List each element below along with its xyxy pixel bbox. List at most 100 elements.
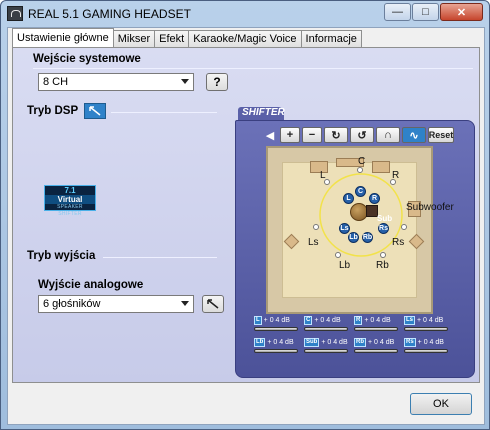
analog-output-value: 6 głośników (43, 298, 101, 310)
label-rb: Rb (376, 260, 389, 271)
tab-main-settings[interactable]: Ustawienie główne (12, 28, 114, 47)
position-dot[interactable] (380, 252, 386, 258)
headset-app-icon (7, 6, 23, 21)
tab-info[interactable]: Informacje (300, 30, 362, 47)
label-rs: Rs (392, 237, 405, 248)
system-input-value: 8 CH (43, 76, 69, 88)
chevron-down-icon (181, 301, 189, 306)
meter-slider[interactable] (254, 327, 298, 331)
meter-value: + 0 4 dB (417, 339, 444, 346)
chip-lb[interactable]: Lb (348, 232, 359, 243)
rotate-right-button[interactable]: ↻ (324, 127, 348, 143)
meter-value: + 0 4 dB (364, 317, 391, 324)
position-dot[interactable] (335, 252, 341, 258)
tab-karaoke[interactable]: Karaoke/Magic Voice (188, 30, 302, 47)
chip-r[interactable]: R (369, 193, 380, 204)
dsp-heading: Tryb DSP (27, 105, 79, 117)
meter-value: + 0 4 dB (368, 339, 395, 346)
chevron-down-icon (181, 79, 189, 84)
system-input-heading: Wejście systemowe (33, 53, 141, 65)
help-button[interactable]: ? (206, 73, 228, 91)
cursor-icon (89, 106, 101, 116)
meter-value: + 0 4 dB (314, 317, 341, 324)
main-window: REAL 5.1 GAMING HEADSET — □ ✕ Ustawienie… (0, 0, 490, 430)
maximize-button[interactable]: □ (412, 3, 439, 21)
output-heading: Tryb wyjścia (27, 250, 96, 262)
level-meter-c[interactable]: C + 0 4 dB (304, 316, 352, 336)
meter-tag: Rb (354, 338, 366, 347)
position-dot[interactable] (313, 224, 319, 230)
window-title: REAL 5.1 GAMING HEADSET (28, 7, 191, 21)
label-lb: Lb (339, 260, 351, 271)
chip-l[interactable]: L (343, 193, 354, 204)
meter-tag: L (254, 316, 262, 325)
meter-value: + 0 4 dB (263, 317, 290, 324)
headphones-icon: ∩ (384, 129, 392, 141)
zoom-out-button[interactable]: − (302, 127, 322, 143)
rotate-left-button[interactable]: ↺ (350, 127, 374, 143)
meter-slider[interactable] (404, 349, 448, 353)
divider (111, 112, 217, 113)
analog-output-heading: Wyjście analogowe (38, 279, 144, 291)
title-bar[interactable]: REAL 5.1 GAMING HEADSET — □ ✕ (1, 1, 489, 27)
main-settings-panel: Wejście systemowe 8 CH ? Tryb DSP 7.1 Vi… (12, 47, 480, 383)
label-ls: Ls (308, 237, 319, 248)
meter-slider[interactable] (254, 349, 298, 353)
chip-c[interactable]: C (355, 186, 366, 197)
shifter-tab: SHIFTER (238, 107, 285, 121)
meter-value: + 0 4 dB (417, 317, 444, 324)
chip-rs[interactable]: Rs (378, 223, 389, 234)
virtual-speaker-shifter-badge[interactable]: 7.1 Virtual SPEAKER SHIFTER (44, 185, 96, 217)
badge-bottom: SPEAKER SHIFTER (57, 204, 83, 217)
level-meter-l[interactable]: L + 0 4 dB (254, 316, 302, 336)
label-l: L (320, 170, 326, 181)
meter-slider[interactable] (304, 349, 348, 353)
level-meter-ls[interactable]: Ls + 0 4 dB (404, 316, 452, 336)
meter-slider[interactable] (304, 327, 348, 331)
label-c: C (358, 156, 366, 167)
meter-tag: C (304, 316, 313, 325)
badge-top: 7.1 (64, 186, 76, 195)
meter-value: + 0 4 dB (321, 339, 348, 346)
meter-tag: Sub (304, 338, 320, 347)
speaker-room: L C R Ls Rs Lb Rb C L R Ls Rs Lb Rb Subw… (266, 146, 454, 314)
wave-icon: ∿ (409, 129, 419, 142)
level-meter-rs[interactable]: Rs + 0 4 dB (404, 338, 452, 358)
divider (33, 68, 473, 69)
meter-tag: R (354, 316, 363, 325)
tab-effect[interactable]: Efekt (154, 30, 190, 47)
level-meter-lb[interactable]: Lb + 0 4 dB (254, 338, 302, 358)
output-settings-button[interactable] (202, 295, 224, 313)
position-dot[interactable] (357, 167, 363, 173)
cursor-icon (207, 299, 219, 309)
divider (103, 257, 217, 258)
meter-slider[interactable] (354, 327, 398, 331)
wave-button[interactable]: ∿ (402, 127, 426, 143)
ok-button[interactable]: OK (410, 393, 472, 415)
shifter-toolbar: ◀ + − ↻ ↺ ∩ ∿ Reset (262, 127, 454, 143)
headphones-button[interactable]: ∩ (376, 127, 400, 143)
tab-strip: Ustawienie główne Mikser Efekt Karaoke/M… (12, 28, 362, 47)
speaker-icon: ◀ (265, 129, 275, 142)
meter-slider[interactable] (404, 327, 448, 331)
level-meter-r[interactable]: R + 0 4 dB (354, 316, 402, 336)
tab-mixer[interactable]: Mikser (112, 30, 156, 47)
chip-ls[interactable]: Ls (339, 223, 350, 234)
level-meter-sub[interactable]: Sub + 0 4 dB (304, 338, 352, 358)
analog-output-select[interactable]: 6 głośników (38, 295, 194, 313)
system-input-select[interactable]: 8 CH (38, 73, 194, 91)
meter-slider[interactable] (354, 349, 398, 353)
close-button[interactable]: ✕ (440, 3, 483, 21)
client-area: Ustawienie główne Mikser Efekt Karaoke/M… (7, 27, 485, 425)
level-meter-rb[interactable]: Rb + 0 4 dB (354, 338, 402, 358)
chip-rb[interactable]: Rb (362, 232, 373, 243)
badge-mid: Virtual (45, 195, 95, 204)
meter-tag: Ls (404, 316, 416, 325)
zoom-in-button[interactable]: + (280, 127, 300, 143)
reset-button[interactable]: Reset (428, 127, 454, 143)
position-dot[interactable] (401, 224, 407, 230)
rotate-left-icon: ↺ (357, 129, 367, 142)
dsp-toggle-button[interactable] (84, 103, 106, 119)
minimize-button[interactable]: — (384, 3, 411, 21)
label-sub: Sub (377, 214, 393, 223)
